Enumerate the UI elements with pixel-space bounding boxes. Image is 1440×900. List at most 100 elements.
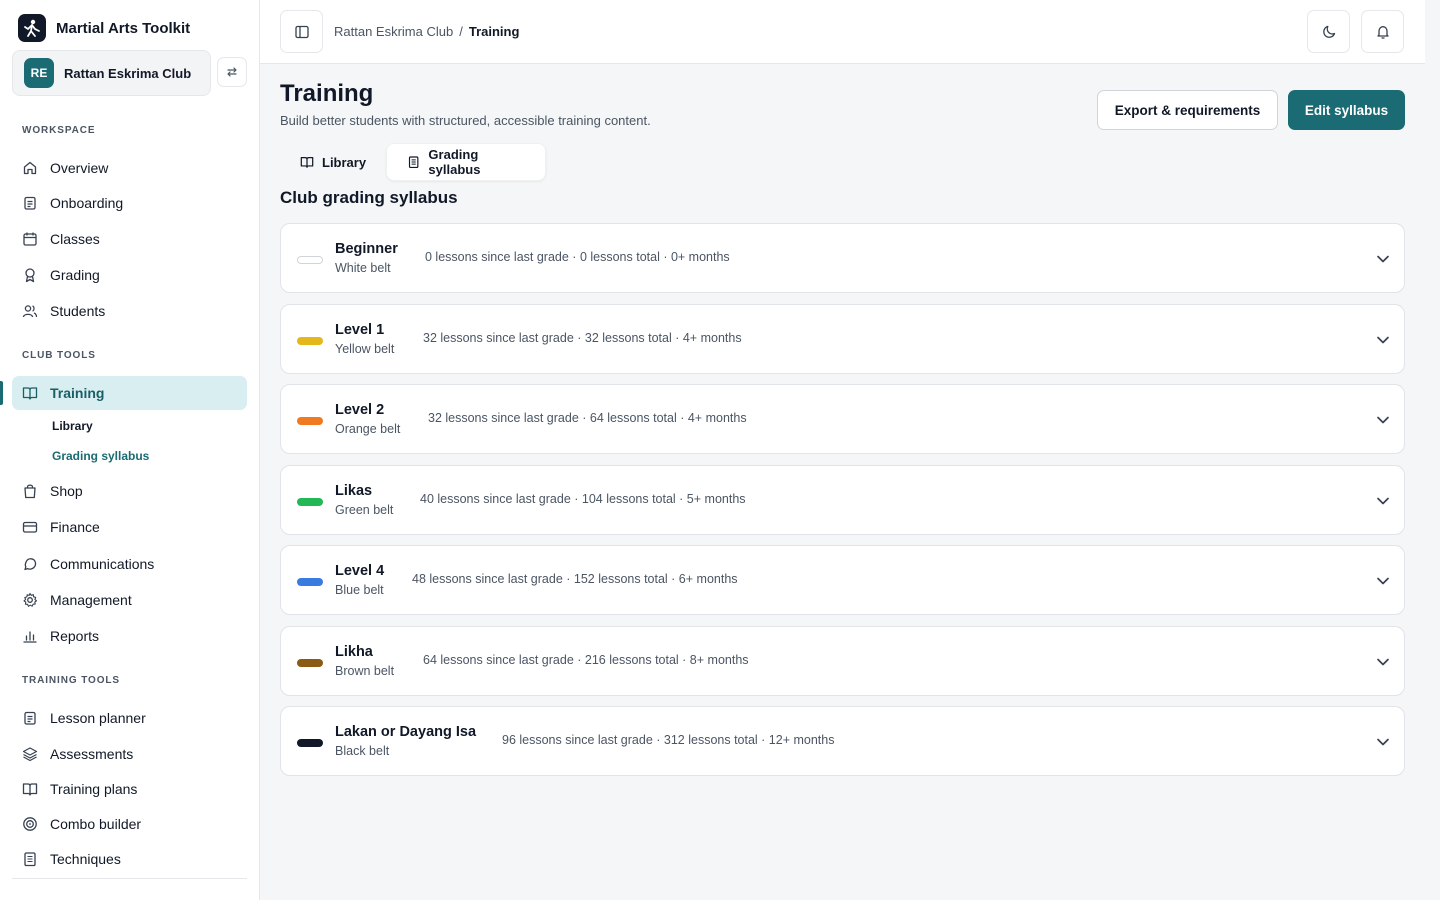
grade-card-level-2[interactable]: Level 2 Orange belt 32 lessons since las… — [280, 384, 1405, 454]
sidebar-item-label: Assessments — [50, 746, 134, 762]
sidebar-item-communications[interactable]: Communications — [12, 547, 247, 581]
sidebar-item-label: Finance — [50, 519, 100, 535]
grade-name: Likas — [335, 483, 373, 499]
sidebar-item-training[interactable]: Training — [12, 376, 247, 410]
settings-icon — [22, 592, 38, 608]
chevron-down-icon[interactable] — [1374, 653, 1392, 671]
grade-name: Level 2 — [335, 402, 385, 418]
sidebar-item-label: Management — [50, 592, 132, 608]
sidebar-item-lesson-planner[interactable]: Lesson planner — [12, 701, 247, 735]
martial-arts-logo-icon — [18, 14, 46, 42]
sidebar-item-label: Classes — [50, 231, 100, 247]
breadcrumb-club-link[interactable]: Rattan Eskrima Club — [334, 24, 453, 39]
book-open-icon — [300, 157, 314, 168]
clipboard-icon — [22, 195, 38, 211]
sidebar-item-label: Combo builder — [50, 816, 142, 832]
edit-syllabus-button[interactable]: Edit syllabus — [1288, 90, 1405, 130]
moon-icon — [1322, 25, 1335, 38]
grade-requirements: 48 lessons since last grade · 152 lesson… — [412, 572, 738, 586]
breadcrumb-separator: / — [459, 24, 463, 39]
grade-requirements: 64 lessons since last grade · 216 lesson… — [423, 653, 749, 667]
theme-toggle-button[interactable] — [1307, 10, 1350, 53]
grade-card-level-1[interactable]: Level 1 Yellow belt 32 lessons since las… — [280, 304, 1405, 374]
brand[interactable]: Martial Arts Toolkit — [18, 14, 190, 42]
grade-belt: Black belt — [335, 744, 390, 758]
chevron-down-icon[interactable] — [1374, 492, 1392, 510]
tab-library[interactable]: Library — [280, 143, 382, 181]
chevron-down-icon[interactable] — [1374, 411, 1392, 429]
sidebar-item-label: Training plans — [50, 781, 138, 797]
grade-requirements: 96 lessons since last grade · 312 lesson… — [502, 733, 835, 747]
bar-chart-icon — [22, 628, 38, 644]
layers-icon — [22, 746, 38, 762]
grade-belt: Blue belt — [335, 583, 384, 597]
export-requirements-button[interactable]: Export & requirements — [1097, 90, 1278, 130]
sidebar-subitem-grading-syllabus[interactable]: Grading syllabus — [52, 449, 149, 463]
swap-icon — [227, 67, 237, 77]
sidebar-item-label: Grading — [50, 267, 100, 283]
sidebar-item-assessments[interactable]: Assessments — [12, 737, 247, 771]
switch-club-button[interactable] — [217, 57, 247, 87]
sidebar-item-techniques[interactable]: Techniques — [12, 842, 247, 876]
sidebar-item-students[interactable]: Students — [12, 294, 247, 328]
sidebar-item-label: Overview — [50, 160, 109, 176]
grade-requirements: 32 lessons since last grade · 32 lessons… — [423, 331, 742, 345]
calendar-icon — [22, 231, 38, 247]
sidebar-item-label: Onboarding — [50, 195, 124, 211]
grade-requirements: 40 lessons since last grade · 104 lesson… — [420, 492, 746, 506]
breadcrumb: Rattan Eskrima Club / Training — [334, 24, 519, 39]
breadcrumb-current: Training — [468, 24, 520, 39]
book-open-icon — [22, 385, 38, 401]
belt-swatch — [297, 578, 323, 586]
award-icon — [22, 267, 38, 283]
sidebar-item-reports[interactable]: Reports — [12, 619, 247, 653]
belt-swatch — [297, 256, 323, 264]
chevron-down-icon[interactable] — [1374, 572, 1392, 590]
grade-card-lakan-or-dayang-isa[interactable]: Lakan or Dayang Isa Black belt 96 lesson… — [280, 706, 1405, 776]
club-avatar: RE — [24, 58, 54, 88]
sidebar-panel-icon — [294, 25, 309, 38]
app-name: Martial Arts Toolkit — [56, 19, 191, 37]
sidebar-item-overview[interactable]: Overview — [12, 151, 247, 185]
section-title-workspace: WORKSPACE — [22, 125, 96, 136]
sidebar: Martial Arts Toolkit RE Rattan Eskrima C… — [0, 0, 260, 900]
sidebar-item-grading[interactable]: Grading — [12, 258, 247, 292]
chevron-down-icon[interactable] — [1374, 331, 1392, 349]
grade-card-likha[interactable]: Likha Brown belt 64 lessons since last g… — [280, 626, 1405, 696]
toggle-sidebar-button[interactable] — [280, 10, 323, 53]
sidebar-subitem-library[interactable]: Library — [52, 419, 93, 433]
section-title-training-tools: TRAINING TOOLS — [22, 675, 120, 686]
sidebar-divider — [12, 878, 247, 879]
credit-card-icon — [22, 519, 38, 535]
sidebar-item-onboarding[interactable]: Onboarding — [12, 186, 247, 220]
sidebar-item-classes[interactable]: Classes — [12, 222, 247, 256]
sidebar-item-label: Techniques — [50, 851, 121, 867]
grade-belt: Green belt — [335, 503, 394, 517]
users-icon — [22, 303, 38, 319]
sidebar-item-shop[interactable]: Shop — [12, 474, 247, 508]
sidebar-item-label: Training — [50, 385, 105, 401]
notifications-button[interactable] — [1361, 10, 1404, 53]
sidebar-item-combo-builder[interactable]: Combo builder — [12, 807, 247, 841]
sidebar-item-training-plans[interactable]: Training plans — [12, 772, 247, 806]
grade-card-level-4[interactable]: Level 4 Blue belt 48 lessons since last … — [280, 545, 1405, 615]
file-text-icon — [22, 851, 38, 867]
sidebar-item-management[interactable]: Management — [12, 583, 247, 617]
bell-icon — [1376, 25, 1389, 39]
sidebar-item-label: Reports — [50, 628, 100, 644]
sidebar-item-finance[interactable]: Finance — [12, 510, 247, 544]
chevron-down-icon[interactable] — [1374, 733, 1392, 751]
file-text-icon — [408, 156, 419, 169]
grade-card-likas[interactable]: Likas Green belt 40 lessons since last g… — [280, 465, 1405, 535]
club-switcher[interactable]: RE Rattan Eskrima Club — [12, 50, 211, 96]
grade-card-beginner[interactable]: Beginner White belt 0 lessons since last… — [280, 223, 1405, 293]
tab-label: Library — [322, 154, 367, 170]
tab-grading-syllabus[interactable]: Grading syllabus — [386, 143, 546, 181]
chevron-down-icon[interactable] — [1374, 250, 1392, 268]
target-icon — [22, 816, 38, 832]
clipboard-list-icon — [22, 710, 38, 726]
book-icon — [22, 781, 38, 797]
grade-belt: Brown belt — [335, 664, 395, 678]
syllabus-heading: Club grading syllabus — [280, 188, 458, 207]
club-name: Rattan Eskrima Club — [64, 65, 192, 81]
